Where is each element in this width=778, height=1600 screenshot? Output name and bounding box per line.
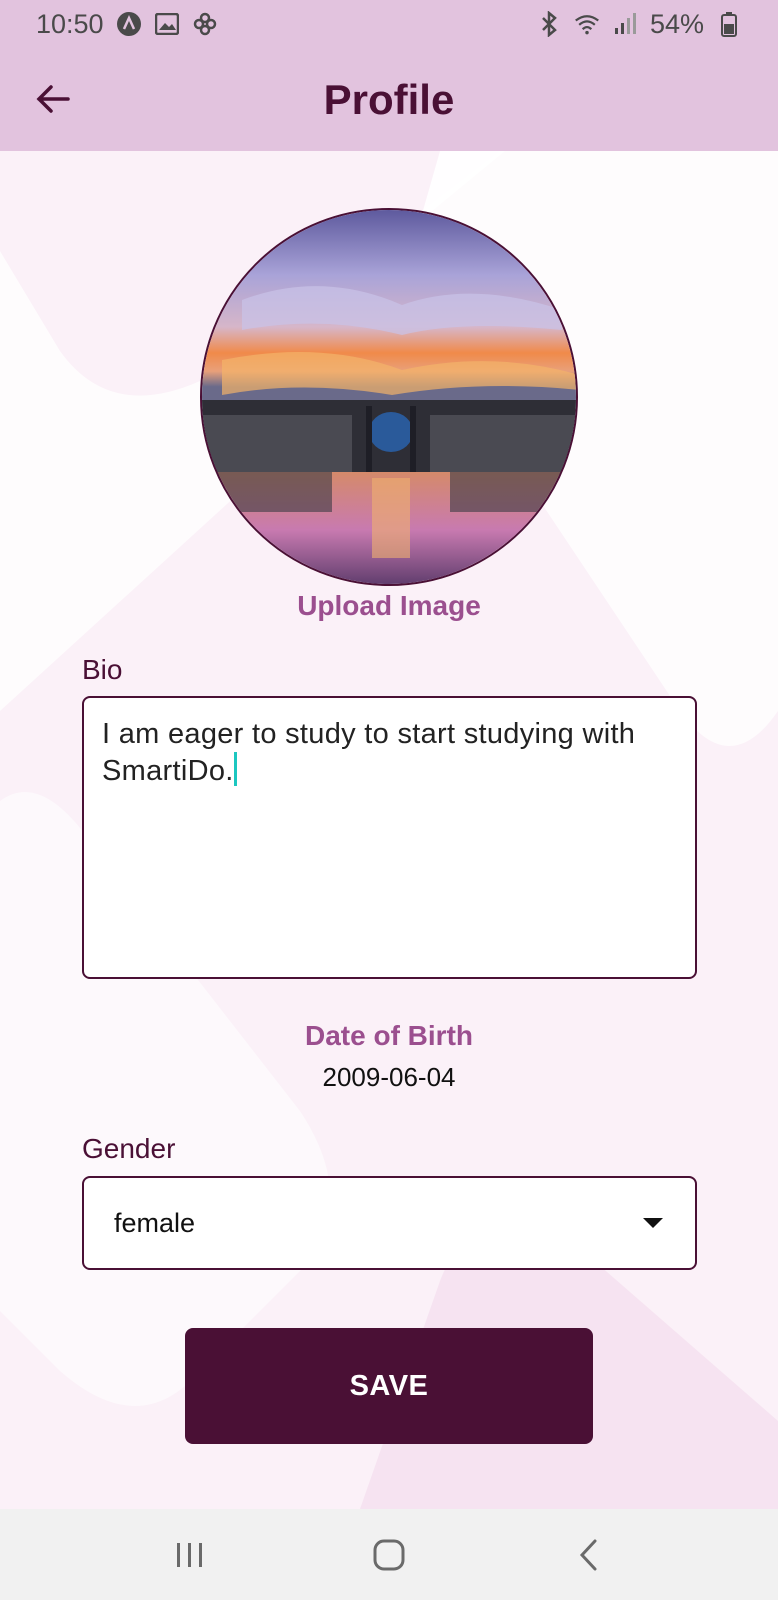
recents-icon [176, 1542, 202, 1567]
back-icon [580, 1539, 597, 1570]
pinwheel-icon [192, 11, 218, 37]
text-caret [233, 752, 237, 786]
home-icon [373, 1539, 405, 1570]
bio-textarea[interactable]: I am eager to study to start studying wi… [82, 696, 697, 979]
system-nav-bar [0, 1509, 778, 1600]
bio-label: Bio [82, 654, 123, 685]
dropdown-arrow-icon [643, 1218, 663, 1228]
app-bar: Profile [0, 48, 778, 151]
wifi-icon [574, 11, 600, 37]
recents-button[interactable] [160, 1525, 220, 1585]
upload-image-link[interactable]: Upload Image [0, 590, 778, 622]
page-title: Profile [323, 75, 455, 123]
profile-avatar[interactable] [200, 208, 578, 586]
gender-dropdown[interactable]: female [82, 1176, 697, 1270]
dob-value[interactable]: 2009-06-04 [0, 1062, 778, 1093]
avatar-photo [202, 210, 576, 584]
app-icon [116, 11, 142, 37]
battery-percent: 54% [649, 8, 704, 39]
status-right: 54% [536, 9, 742, 40]
arrow-left-icon [36, 85, 70, 113]
image-icon [154, 11, 180, 37]
dob-label: Date of Birth [305, 1020, 473, 1051]
status-bar: 10:50 54% [0, 0, 778, 48]
status-left: 10:50 [36, 9, 218, 40]
gender-label: Gender [82, 1133, 176, 1164]
battery-icon [716, 11, 742, 37]
signal-icon [612, 11, 638, 37]
home-button[interactable] [359, 1525, 419, 1585]
nav-back-button[interactable] [558, 1525, 618, 1585]
bio-text: I am eager to study to start studying wi… [102, 718, 636, 787]
back-button[interactable] [28, 74, 78, 124]
gender-value: female [114, 1207, 196, 1238]
bluetooth-icon [536, 11, 562, 37]
save-button[interactable]: SAVE [185, 1328, 593, 1444]
status-time: 10:50 [36, 8, 104, 39]
